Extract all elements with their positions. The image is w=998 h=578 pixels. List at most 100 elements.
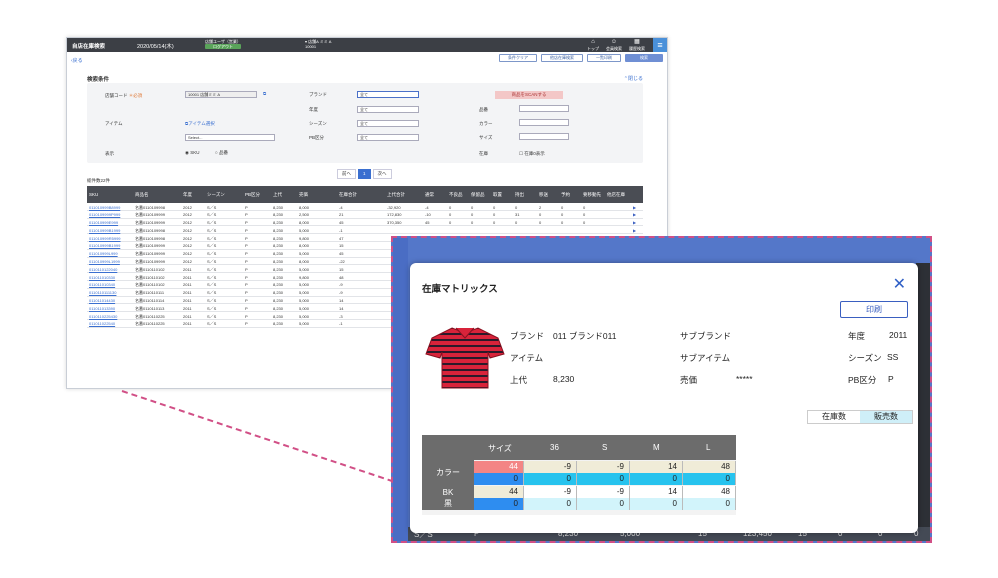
brand-value: 011 ブランド011 xyxy=(553,331,617,341)
table-cell: -9 xyxy=(339,282,343,288)
page-1-button[interactable]: 1 xyxy=(358,169,371,179)
table-cell: P xyxy=(245,266,248,272)
scan-product-button[interactable]: 商品をSCANする xyxy=(495,91,563,99)
sku-link[interactable]: 011011010330 xyxy=(89,275,115,280)
zoom-callout: S／S P 8,230 5,000 15 123,450 15 0 0 0 在庫… xyxy=(391,236,932,543)
table-cell: 名番0110109999 xyxy=(135,220,165,226)
external-link-icon[interactable]: ⧉ xyxy=(263,91,266,96)
matrix-cell: 48 xyxy=(683,486,736,498)
table-header-cell: 年度 xyxy=(183,192,192,197)
home-icon: ⌂ xyxy=(591,39,595,45)
sku-link[interactable]: 011011014430 xyxy=(89,298,115,303)
logout-button[interactable]: ログアウト xyxy=(205,44,241,49)
table-cell: S／S xyxy=(207,243,217,249)
sku-link[interactable]: 0110109999P999 xyxy=(89,212,120,217)
table-cell: 名番0110110225 xyxy=(135,313,165,319)
sku-link[interactable]: 011011013390 xyxy=(89,306,115,311)
close-conditions-link[interactable]: ⌃閉じる xyxy=(624,75,643,82)
clear-conditions-button[interactable]: 条件クリア xyxy=(499,54,537,62)
season-select[interactable]: 全て xyxy=(357,120,419,127)
row-expand-icon[interactable]: ▶ xyxy=(633,205,636,210)
display-sku-radio[interactable]: ◉ SKU xyxy=(185,150,199,156)
table-row[interactable]: 011010999B1999 名番0110109998 2012 S／S P 8,230 5… xyxy=(87,226,643,235)
search-button[interactable]: 検索 xyxy=(625,54,663,62)
table-cell: 名番0110110111 xyxy=(135,290,165,296)
stock-zero-checkbox[interactable]: ☐ 在庫0表示 xyxy=(519,151,545,157)
table-cell: 0 xyxy=(449,212,452,218)
display-hinban-radio[interactable]: ○ 品番 xyxy=(215,150,228,156)
sku-link[interactable]: 011010999B8999 xyxy=(89,205,120,210)
table-header-cell[interactable]: 商品名 xyxy=(135,192,149,198)
prev-page-button[interactable]: 前へ xyxy=(337,169,356,179)
sku-link[interactable]: 011010999E999 xyxy=(89,220,118,225)
table-cell: P xyxy=(245,235,248,241)
size-input[interactable] xyxy=(519,133,569,140)
table-header-cell: PB区分 xyxy=(245,192,261,197)
store-code: 10001 xyxy=(305,44,317,49)
table-cell: P xyxy=(245,313,248,319)
nav-member-search[interactable]: ☺ 会員検索 xyxy=(606,39,622,52)
zoom-bg-strip xyxy=(393,238,408,541)
table-cell: 0 xyxy=(471,220,474,226)
other-store-search-button[interactable]: 他店在庫検索 xyxy=(541,54,583,62)
sku-link[interactable]: 0110110122040 xyxy=(89,267,117,272)
toggle-sales-count[interactable]: 販売数 xyxy=(860,411,912,423)
sku-link[interactable]: 011010999B1999 xyxy=(89,228,120,233)
table-header-cell: 持出 xyxy=(515,192,524,197)
hamburger-icon[interactable]: ≡ xyxy=(653,38,667,52)
table-cell: -1 xyxy=(339,321,343,327)
list-print-button[interactable]: 一覧印刷 xyxy=(587,54,621,62)
sku-link[interactable]: 0110110225430 xyxy=(89,314,117,319)
table-row[interactable]: 011010999E999 名番0110109999 2012 S／S P 8,230 8,… xyxy=(87,219,643,227)
pb-label: PB区分 xyxy=(309,135,325,140)
sku-link[interactable]: 0110110111130 xyxy=(89,290,116,295)
row-expand-icon[interactable]: ▶ xyxy=(633,212,636,217)
table-header-cell: シーズン xyxy=(207,192,225,197)
close-icon[interactable]: ✕ xyxy=(893,277,906,293)
pb-select[interactable]: 全て xyxy=(357,134,419,141)
polo-shirt-image xyxy=(425,327,505,389)
table-cell: 2011 xyxy=(183,321,192,327)
nav-history-search[interactable]: ▦ 履歴検索 xyxy=(629,39,645,52)
sku-link[interactable]: 011010999B1999 xyxy=(89,243,120,248)
table-header: SKU 商品名 年度 シーズン PB区分 上代 売価 在庫合計 上代合計 通常 不良品 保留品 取置 持出… xyxy=(87,186,643,203)
table-cell: P xyxy=(245,251,248,257)
brand-select[interactable]: 全て xyxy=(357,91,419,98)
sku-link[interactable]: 011010999L1999 xyxy=(89,259,120,264)
table-row[interactable]: 011010999B8999 名番0110109998 2012 S／S P 8,230 8… xyxy=(87,203,643,211)
row-expand-icon[interactable]: ▶ xyxy=(633,220,636,225)
table-row[interactable]: 0110109999P999 名番0110109999 2012 S／S P 8,230 2… xyxy=(87,211,643,219)
table-cell: 2011 xyxy=(183,282,192,288)
color-name: 黒 xyxy=(444,499,452,508)
table-cell: 5,000 xyxy=(299,321,310,327)
table-cell: 5,000 xyxy=(299,298,310,304)
sku-link[interactable]: 011011022540 xyxy=(89,321,115,326)
table-cell: 2012 xyxy=(183,251,192,257)
store-code-select[interactable]: 10001 店舗ミミ A xyxy=(185,91,257,98)
year-value: 2011 xyxy=(889,330,908,340)
matrix-color-column: カラー BK 黒 xyxy=(422,460,474,510)
table-cell: 5,000 xyxy=(299,282,310,288)
sku-link[interactable]: 011010999L999 xyxy=(89,251,118,256)
table-cell: 名番0110110225 xyxy=(135,321,165,327)
table-cell: 8,230 xyxy=(273,235,284,241)
table-cell: 8,230 xyxy=(273,298,284,304)
sku-link[interactable]: 011010999R5999 xyxy=(89,236,121,241)
print-button[interactable]: 印刷 xyxy=(840,301,908,318)
store-selector[interactable]: ▾ 店舗A ミミ A 10001 xyxy=(305,39,331,49)
year-select[interactable]: 全て xyxy=(357,106,419,113)
table-cell: 2011 xyxy=(183,274,192,280)
item-select[interactable]: Select... xyxy=(185,134,275,141)
back-link[interactable]: ‹戻る xyxy=(71,57,83,64)
nav-top[interactable]: ⌂ トップ xyxy=(587,39,599,52)
next-page-button[interactable]: 次へ xyxy=(372,169,392,179)
table-header-cell[interactable]: SKU xyxy=(89,192,98,197)
sku-link[interactable]: 011011010340 xyxy=(89,282,115,287)
toggle-stock-count[interactable]: 在庫数 xyxy=(808,411,860,423)
color-input[interactable] xyxy=(519,119,569,126)
brand-label: ブランド xyxy=(510,331,545,341)
item-select-link[interactable]: ⧉アイテム選択 xyxy=(185,121,215,127)
table-cell: 2,500 xyxy=(299,212,310,218)
hinban-input[interactable] xyxy=(519,105,569,112)
row-expand-icon[interactable]: ▶ xyxy=(633,228,636,233)
